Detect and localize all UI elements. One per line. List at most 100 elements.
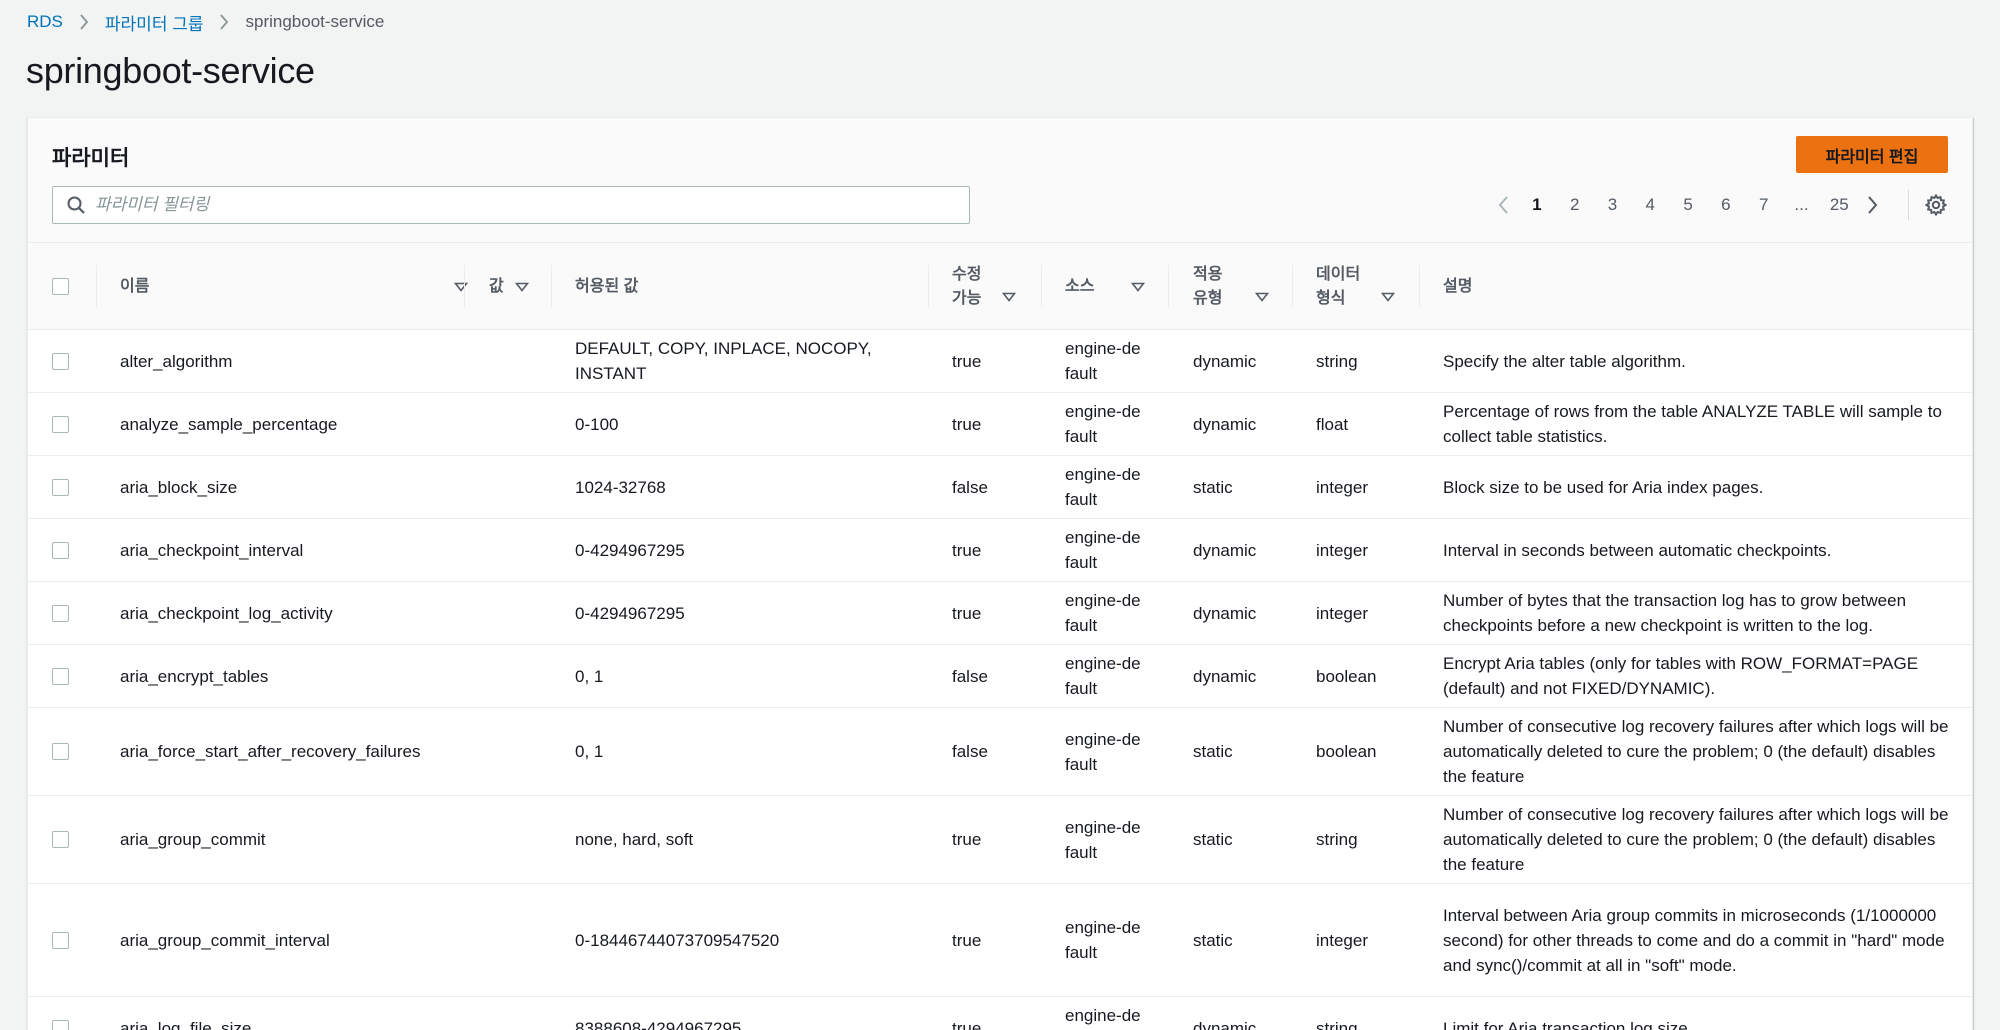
pagination: 1 2 3 4 5 6 7 ... 25 <box>1488 187 1948 223</box>
param-name: aria_checkpoint_interval <box>120 540 304 560</box>
page-4[interactable]: 4 <box>1631 195 1669 215</box>
breadcrumb-rds-link[interactable]: RDS <box>27 12 63 32</box>
panel-header: 파라미터 파라미터 편집 1 2 3 4 5 6 7 ... 25 <box>28 118 1972 243</box>
column-modifiable[interactable]: 수정 가능 <box>952 243 1032 330</box>
sort-icon <box>1131 282 1145 292</box>
table-row: aria_encrypt_tables 0, 1 false engine-de… <box>28 645 1972 708</box>
breadcrumb-current: springboot-service <box>245 12 385 31</box>
table-row: aria_group_commit_interval 0-18446744073… <box>28 884 1972 997</box>
param-description: Number of bytes that the transaction log… <box>1443 591 1907 635</box>
param-allowed: 0, 1 <box>575 666 604 686</box>
param-modifiable: true <box>952 830 982 849</box>
param-description: Specify the alter table algorithm. <box>1443 351 1686 371</box>
breadcrumb-parameter-groups-link[interactable]: 파라미터 그룹 <box>105 10 204 35</box>
column-value[interactable]: 값 <box>489 243 539 330</box>
row-checkbox[interactable] <box>52 667 69 685</box>
column-description: 설명 <box>1443 277 1473 295</box>
param-name: aria_checkpoint_log_activity <box>120 603 333 623</box>
row-checkbox[interactable] <box>52 352 69 370</box>
param-name: alter_algorithm <box>120 351 233 371</box>
table-row: aria_block_size 1024-32768 false engine-… <box>28 456 1972 519</box>
param-apply-type: static <box>1193 742 1233 761</box>
param-name: aria_block_size <box>120 477 238 497</box>
param-modifiable: false <box>952 742 988 761</box>
param-data-type: integer <box>1316 603 1368 623</box>
parameters-panel: 파라미터 파라미터 편집 1 2 3 4 5 6 7 ... 25 <box>27 117 1973 1030</box>
param-source: engine-default <box>1065 465 1141 509</box>
page-5[interactable]: 5 <box>1669 195 1707 215</box>
param-apply-type: dynamic <box>1193 351 1257 371</box>
page-2[interactable]: 2 <box>1556 195 1594 215</box>
param-modifiable: true <box>952 930 982 950</box>
row-checkbox[interactable] <box>52 743 69 760</box>
row-checkbox[interactable] <box>52 831 69 848</box>
sort-icon <box>454 282 468 292</box>
param-allowed: 0-4294967295 <box>575 603 685 623</box>
param-data-type: float <box>1316 414 1349 434</box>
edit-parameters-button[interactable]: 파라미터 편집 <box>1796 136 1948 173</box>
page-25[interactable]: 25 <box>1820 195 1858 215</box>
column-allowed-values: 허용된 값 <box>575 277 639 295</box>
row-checkbox[interactable] <box>52 541 69 559</box>
panel-title: 파라미터 <box>52 147 130 170</box>
select-all-cell <box>52 243 69 330</box>
param-allowed: 8388608-4294967295 <box>575 1018 742 1030</box>
param-description: Number of consecutive log recovery failu… <box>1443 805 1949 874</box>
next-page-icon[interactable] <box>1858 195 1888 215</box>
param-modifiable: true <box>952 603 982 623</box>
table-row: alter_algorithm DEFAULT, COPY, INPLACE, … <box>28 330 1972 393</box>
column-source[interactable]: 소스 <box>1065 243 1165 330</box>
chevron-right-icon <box>219 14 229 30</box>
parameter-filter-input[interactable] <box>95 195 935 215</box>
table-header: 이름 값 허용된 값 수정 가능 소스 적용 유형 데이터 형식 설명 <box>28 243 1972 330</box>
param-description: Limit for Aria transaction log size <box>1443 1018 1688 1030</box>
param-allowed: 1024-32768 <box>575 477 666 497</box>
row-checkbox[interactable] <box>52 478 69 496</box>
param-apply-type: static <box>1193 830 1233 849</box>
sort-icon <box>1381 292 1395 302</box>
param-source: engine-default <box>1065 654 1141 698</box>
select-all-checkbox[interactable] <box>52 278 69 295</box>
param-modifiable: true <box>952 540 982 560</box>
row-checkbox[interactable] <box>52 1019 69 1030</box>
search-icon <box>67 196 85 214</box>
param-allowed: 0-4294967295 <box>575 540 685 560</box>
previous-page-icon[interactable] <box>1488 195 1518 215</box>
param-data-type: integer <box>1316 930 1368 950</box>
page-7[interactable]: 7 <box>1745 195 1783 215</box>
param-apply-type: static <box>1193 930 1233 950</box>
param-name: aria_encrypt_tables <box>120 666 269 686</box>
table-row: aria_log_file_size 8388608-4294967295 tr… <box>28 997 1972 1030</box>
param-apply-type: dynamic <box>1193 603 1257 623</box>
param-source: engine-default <box>1065 1006 1141 1025</box>
column-apply-type[interactable]: 적용 유형 <box>1193 243 1283 330</box>
param-name: aria_group_commit_interval <box>120 930 330 950</box>
row-checkbox[interactable] <box>52 415 69 433</box>
param-modifiable: false <box>952 666 988 686</box>
parameter-filter[interactable] <box>52 186 970 224</box>
column-name[interactable]: 이름 <box>120 243 468 330</box>
param-name: analyze_sample_percentage <box>120 414 338 434</box>
page-6[interactable]: 6 <box>1707 195 1745 215</box>
param-description: Percentage of rows from the table ANALYZ… <box>1443 402 1942 446</box>
param-allowed: 0-100 <box>575 414 619 434</box>
gear-icon[interactable] <box>1925 194 1948 216</box>
param-data-type: integer <box>1316 477 1368 497</box>
param-modifiable: true <box>952 351 982 371</box>
page-3[interactable]: 3 <box>1594 195 1632 215</box>
table-row: aria_group_commit none, hard, soft true … <box>28 796 1972 884</box>
param-apply-type: dynamic <box>1193 1018 1257 1030</box>
param-description: Block size to be used for Aria index pag… <box>1443 477 1764 497</box>
row-checkbox[interactable] <box>52 604 69 622</box>
column-data-type[interactable]: 데이터 형식 <box>1316 243 1416 330</box>
param-source: engine-default <box>1065 402 1141 446</box>
param-source: engine-default <box>1065 339 1141 383</box>
param-source: engine-default <box>1065 729 1141 774</box>
sort-icon <box>1002 292 1016 302</box>
param-allowed: DEFAULT, COPY, INPLACE, NOCOPY, INSTANT <box>575 339 872 383</box>
row-checkbox[interactable] <box>52 931 69 949</box>
param-modifiable: false <box>952 477 988 497</box>
param-source: engine-default <box>1065 817 1141 862</box>
page-1[interactable]: 1 <box>1518 195 1556 215</box>
breadcrumb: RDS 파라미터 그룹 springboot-service <box>27 10 385 35</box>
